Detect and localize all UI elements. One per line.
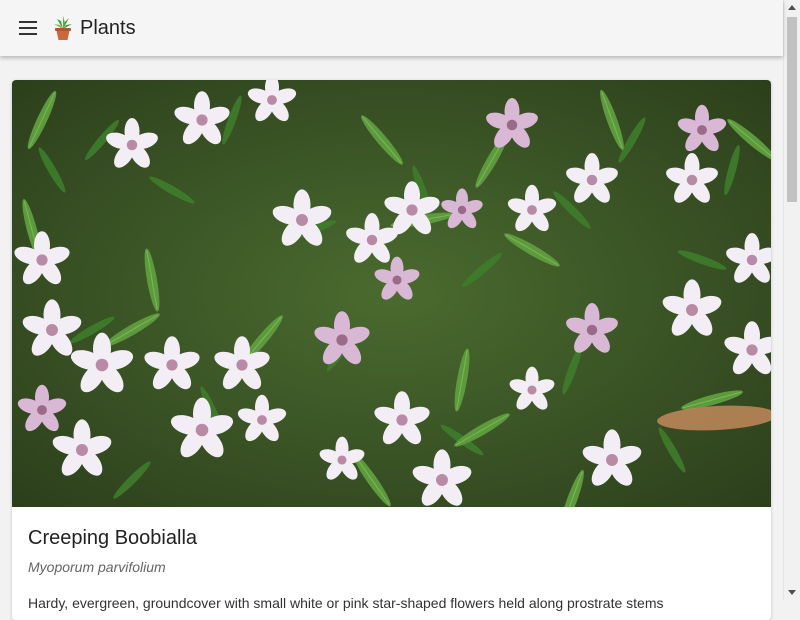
scrollbar-thumb[interactable] (787, 17, 797, 202)
plant-card[interactable]: Creeping Boobialla Myoporum parvifolium … (12, 80, 771, 620)
app-title: Plants (80, 16, 136, 39)
card-content: Creeping Boobialla Myoporum parvifolium … (12, 507, 771, 613)
plant-scientific-name: Myoporum parvifolium (28, 559, 166, 575)
hamburger-menu-icon (19, 21, 37, 35)
plant-description: Hardy, evergreen, groundcover with small… (28, 595, 664, 611)
plant-photo (12, 80, 771, 507)
vertical-scrollbar[interactable] (783, 0, 800, 600)
scroll-down-arrow-icon[interactable] (788, 590, 796, 595)
menu-button[interactable] (16, 16, 40, 40)
plant-name: Creeping Boobialla (28, 527, 198, 549)
scroll-up-arrow-icon[interactable] (788, 5, 796, 10)
potted-plant-icon (54, 16, 72, 40)
app-bar: Plants (0, 0, 783, 56)
